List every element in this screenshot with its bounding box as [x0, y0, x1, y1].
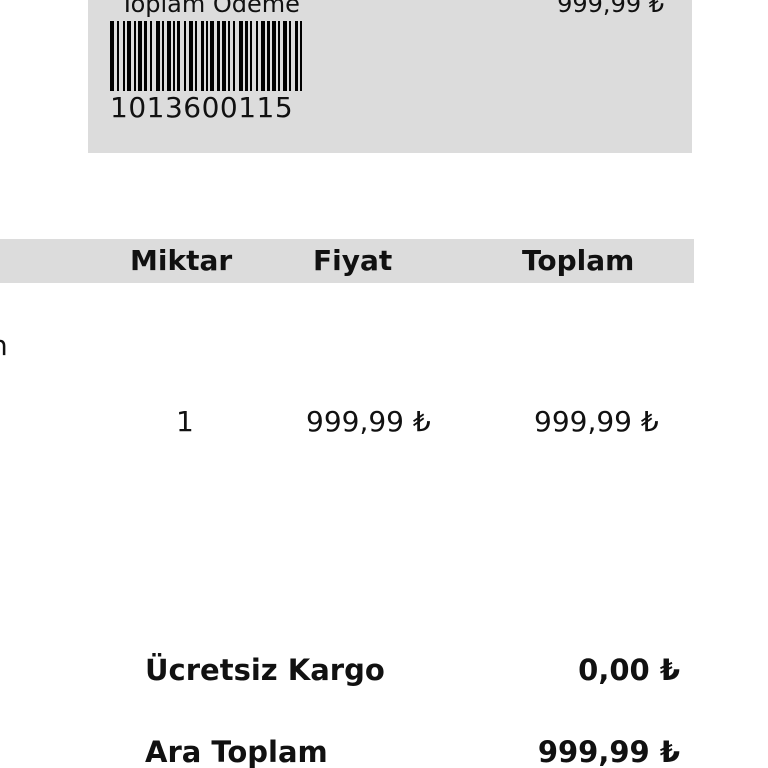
- item-price: 999,99 ₺: [306, 405, 431, 438]
- price-column-header: Fiyat: [313, 244, 393, 277]
- quantity-column-header: Miktar: [130, 244, 233, 277]
- subtotal-label: Ara Toplam: [145, 735, 328, 768]
- product-name-fragment: n: [0, 329, 8, 363]
- barcode-number: 1013600115: [110, 91, 294, 124]
- total-column-header: Toplam: [522, 244, 635, 277]
- item-total: 999,99 ₺: [534, 405, 659, 438]
- shipping-value: 0,00 ₺: [578, 653, 680, 687]
- total-payment-label: Toplam Ödeme: [120, 0, 300, 18]
- items-table-header: Miktar Fiyat Toplam: [0, 239, 694, 283]
- subtotal-value: 999,99 ₺: [537, 735, 680, 768]
- shipping-label: Ücretsiz Kargo: [145, 653, 385, 687]
- item-quantity: 1: [176, 405, 194, 438]
- total-payment-value: 999,99 ₺: [557, 0, 664, 18]
- payment-summary-box: Toplam Ödeme 999,99 ₺ 1013600115: [88, 0, 692, 153]
- invoice-page: Toplam Ödeme 999,99 ₺ 1013600115 Miktar …: [0, 0, 768, 768]
- barcode: [110, 21, 302, 91]
